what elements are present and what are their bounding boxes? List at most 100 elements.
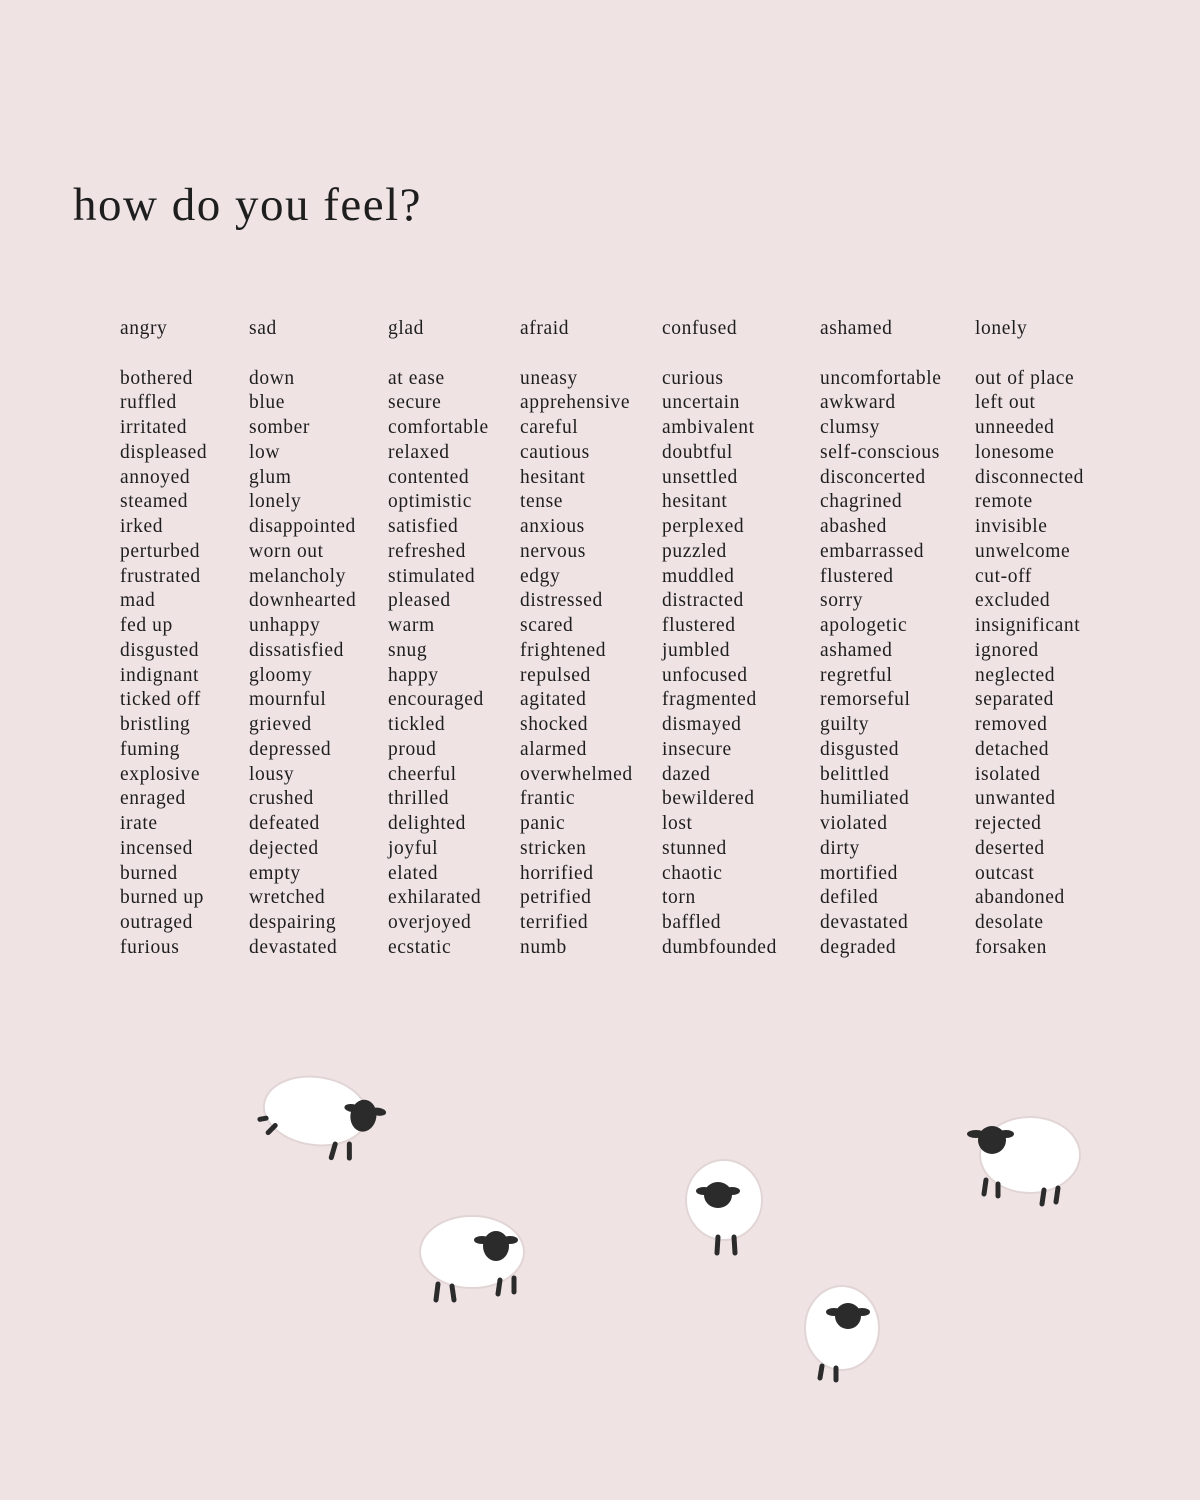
feeling-word: contented <box>388 466 470 488</box>
feeling-word: lonely <box>249 491 302 513</box>
feeling-word: desolate <box>975 912 1044 933</box>
feeling-word: horrified <box>520 862 594 884</box>
feeling-word: ecstatic <box>388 936 452 958</box>
feeling-word: clumsy <box>820 417 880 438</box>
feeling-word: bothered <box>120 367 194 389</box>
column-header: glad <box>388 318 424 339</box>
feeling-word: nervous <box>520 540 586 562</box>
feeling-word: mortified <box>820 862 898 884</box>
feeling-word: burned <box>120 862 178 884</box>
feeling-word: dejected <box>249 837 319 859</box>
feeling-word: frantic <box>520 788 576 810</box>
feeling-word: explosive <box>120 763 201 785</box>
feeling-word: belittled <box>820 763 890 785</box>
feeling-word: removed <box>975 714 1048 735</box>
page-title: how do you feel? <box>73 179 422 231</box>
feeling-word: happy <box>388 664 439 686</box>
feeling-word: devastated <box>249 936 338 958</box>
feeling-word: agitated <box>520 689 587 711</box>
feeling-word: stimulated <box>388 565 476 587</box>
feeling-word: annoyed <box>120 466 191 488</box>
feeling-word: dissatisfied <box>249 639 344 661</box>
feeling-word: hesitant <box>662 491 728 513</box>
feeling-word: ruffled <box>120 392 177 414</box>
feeling-word: detached <box>975 738 1050 760</box>
feeling-word: fuming <box>120 738 180 760</box>
feeling-word: curious <box>662 367 724 389</box>
feeling-word: ignored <box>975 639 1039 661</box>
feeling-word: cautious <box>520 441 590 463</box>
feeling-word: lousy <box>249 763 295 785</box>
feeling-word: down <box>249 367 295 389</box>
feeling-word: delighted <box>388 813 466 834</box>
feeling-word: bewildered <box>662 788 755 810</box>
feeling-word: relaxed <box>388 441 450 463</box>
feeling-word: secure <box>388 392 442 414</box>
feeling-word: hesitant <box>520 466 586 488</box>
feeling-word: irate <box>120 813 158 834</box>
feeling-word: devastated <box>820 912 909 933</box>
feeling-word: remorseful <box>820 689 911 711</box>
feeling-word: refreshed <box>388 540 466 562</box>
feeling-word: mad <box>120 590 156 612</box>
feeling-word: numb <box>520 936 567 958</box>
feeling-word: disconcerted <box>820 466 926 488</box>
feeling-word: bristling <box>120 714 191 735</box>
feeling-word: depressed <box>249 738 332 760</box>
feeling-word: chagrined <box>820 491 903 513</box>
feeling-word: edgy <box>520 565 561 587</box>
feeling-column-glad: glad at ease secure comfortable relaxed cont… <box>388 317 489 961</box>
feeling-word: disgusted <box>120 639 200 661</box>
feeling-word: abashed <box>820 516 888 537</box>
column-header: ashamed <box>820 318 893 339</box>
feeling-word: distracted <box>662 590 744 612</box>
word-list: uneasy apprehensive careful cautious hesitan… <box>520 367 633 961</box>
feeling-word: awkward <box>820 392 896 414</box>
feeling-word: indignant <box>120 664 200 686</box>
feeling-word: dumbfounded <box>662 936 777 958</box>
feeling-word: terrified <box>520 912 589 933</box>
feeling-word: pleased <box>388 590 451 612</box>
feeling-word: furious <box>120 936 180 958</box>
feeling-word: careful <box>520 417 579 438</box>
feeling-word: empty <box>249 862 301 884</box>
feeling-word: stricken <box>520 837 587 859</box>
feeling-word: sorry <box>820 590 864 612</box>
feeling-word: insignificant <box>975 615 1081 636</box>
feeling-word: enraged <box>120 788 186 810</box>
column-header: confused <box>662 318 738 339</box>
feeling-word: humiliated <box>820 788 910 810</box>
feeling-word: ambivalent <box>662 417 755 438</box>
feeling-word: blue <box>249 392 285 414</box>
feeling-word: embarrassed <box>820 540 925 562</box>
feeling-word: crushed <box>249 788 314 810</box>
feeling-word: snug <box>388 639 428 661</box>
feeling-word: uneasy <box>520 367 578 389</box>
feeling-word: dazed <box>662 763 711 785</box>
feeling-word: degraded <box>820 936 897 958</box>
feeling-word: insecure <box>662 738 732 760</box>
feeling-word: proud <box>388 738 437 760</box>
feeling-word: disappointed <box>249 516 356 537</box>
feeling-word: overjoyed <box>388 912 472 933</box>
feeling-word: neglected <box>975 664 1056 686</box>
feeling-word: warm <box>388 615 435 636</box>
feeling-word: flustered <box>662 615 736 636</box>
feeling-word: isolated <box>975 763 1041 785</box>
feeling-word: somber <box>249 417 311 438</box>
feeling-word: burned up <box>120 887 204 909</box>
feeling-word: outcast <box>975 862 1035 884</box>
feeling-word: elated <box>388 862 439 884</box>
feeling-word: dismayed <box>662 714 742 735</box>
sheep-icon <box>257 1075 387 1161</box>
feeling-word: apologetic <box>820 615 908 636</box>
feeling-word: optimistic <box>388 491 472 513</box>
feeling-word: repulsed <box>520 664 591 686</box>
feeling-word: cheerful <box>388 763 457 785</box>
feeling-word: perplexed <box>662 516 745 537</box>
feeling-word: grieved <box>249 714 312 735</box>
feeling-word: worn out <box>249 540 324 562</box>
feeling-word: disconnected <box>975 466 1084 488</box>
feeling-word: lonesome <box>975 441 1055 463</box>
feeling-column-confused: confused curious uncertain ambivalent doubt… <box>662 317 777 961</box>
